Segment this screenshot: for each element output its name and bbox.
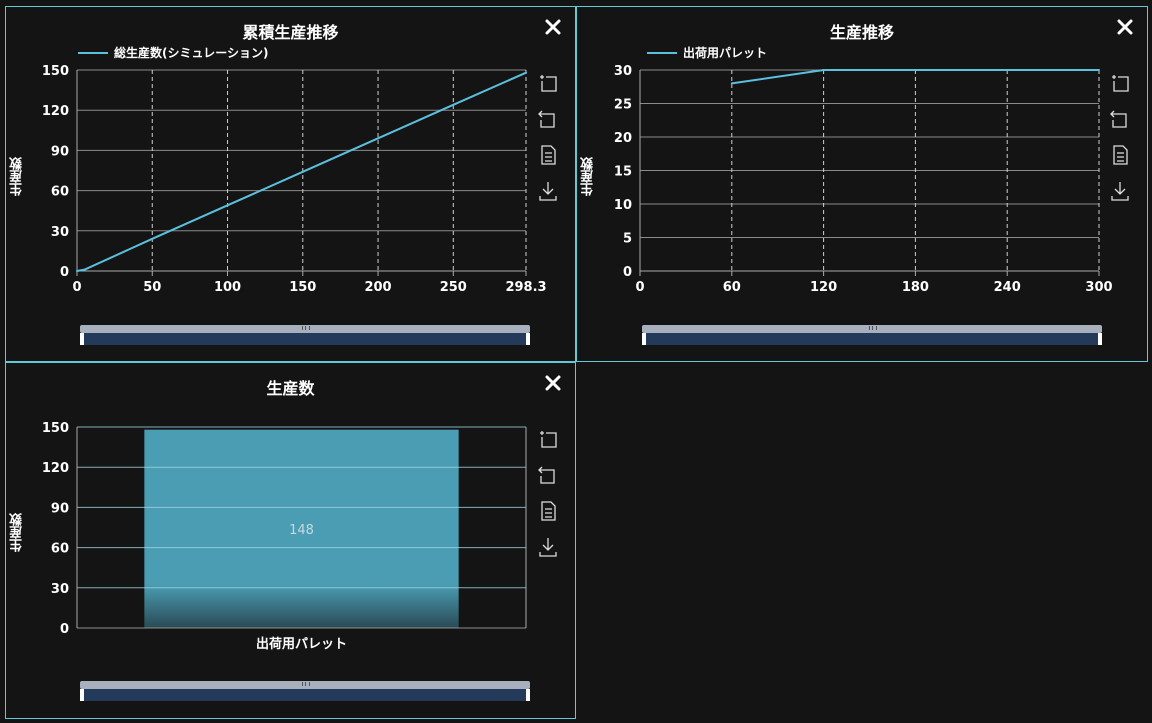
- data-point: [822, 69, 825, 71]
- zoom-reset-icon[interactable]: [536, 107, 560, 131]
- data-zoom-slider[interactable]: [642, 325, 1102, 347]
- zoom-handle-right[interactable]: [526, 333, 530, 345]
- x-tick-label: 240: [994, 280, 1021, 295]
- zoom-reset-icon[interactable]: [536, 463, 560, 487]
- y-tick-label: 150: [42, 421, 69, 436]
- x-category-label: 出荷用パレット: [256, 636, 347, 652]
- data-point: [301, 170, 304, 173]
- x-tick-label: 250: [440, 280, 467, 295]
- download-icon[interactable]: [1108, 179, 1132, 203]
- x-tick-label: 120: [810, 280, 837, 295]
- zoom-range-fill: [80, 333, 530, 345]
- zoom-in-icon[interactable]: [536, 427, 560, 451]
- x-tick-label: 150: [289, 280, 316, 295]
- data-view-icon[interactable]: [536, 143, 560, 167]
- y-tick-label: 10: [614, 198, 632, 213]
- data-point: [151, 237, 154, 240]
- data-point: [76, 270, 78, 272]
- data-point: [730, 82, 733, 85]
- y-tick-label: 0: [60, 622, 69, 637]
- zoom-range-fill: [642, 333, 1102, 345]
- grip-icon[interactable]: [302, 326, 310, 330]
- zoom-handle-left[interactable]: [80, 689, 84, 701]
- data-point: [1098, 69, 1100, 71]
- x-tick-label: 60: [723, 280, 741, 295]
- series-line: [76, 71, 527, 272]
- x-tick-label: 0: [635, 280, 644, 295]
- y-tick-label: 90: [51, 144, 69, 159]
- y-tick-label: 60: [51, 185, 69, 200]
- zoom-range-fill: [80, 689, 530, 701]
- zoom-in-icon[interactable]: [1108, 71, 1132, 95]
- data-point: [525, 71, 527, 74]
- y-tick-label: 30: [51, 225, 69, 240]
- zoom-handle-right[interactable]: [526, 689, 530, 701]
- production-trend-panel: 生産推移 出荷用パレット 生産数 0 5 10 15 20 25 30 0 60 120 180 24…: [576, 6, 1148, 362]
- data-zoom-slider[interactable]: [80, 681, 530, 703]
- bar-chart: 148 出荷用パレット 0 30 60 90 120 150: [42, 421, 527, 652]
- y-tick-label: 30: [51, 582, 69, 597]
- x-tick-label: 180: [902, 280, 929, 295]
- y-tick-label: 120: [42, 104, 69, 119]
- y-tick-label: 30: [614, 64, 632, 79]
- y-tick-label: 0: [60, 265, 69, 280]
- data-point: [226, 204, 229, 207]
- x-tick-label: 0: [72, 280, 81, 295]
- cumulative-production-panel: 累積生産推移 総生産数(シミュレーション) 生産数 0 30 60 90 120 150 0…: [5, 6, 576, 362]
- y-tick-label: 20: [614, 131, 632, 146]
- y-tick-label: 15: [614, 165, 632, 180]
- data-point: [377, 137, 380, 140]
- data-point: [914, 69, 917, 71]
- data-point: [83, 268, 86, 271]
- data-point: [1006, 69, 1009, 71]
- zoom-handle-left[interactable]: [80, 333, 84, 345]
- line-chart: 0 30 60 90 120 150 0 50 100 150 200 250 298.3: [42, 64, 547, 295]
- y-tick-label: 60: [51, 542, 69, 557]
- bar-data-label: 148: [289, 523, 314, 538]
- zoom-track[interactable]: [80, 325, 530, 333]
- x-tick-label: 298.3: [505, 280, 546, 295]
- y-tick-label: 5: [623, 232, 632, 247]
- download-icon[interactable]: [536, 179, 560, 203]
- zoom-handle-right[interactable]: [1098, 333, 1102, 345]
- y-tick-label: 150: [42, 64, 69, 79]
- data-zoom-slider[interactable]: [80, 325, 530, 347]
- x-tick-label: 200: [364, 280, 391, 295]
- grip-icon[interactable]: [869, 326, 877, 330]
- x-tick-label: 50: [143, 280, 161, 295]
- line-chart: 0510152025300 60 120 180 240 300: [614, 64, 1113, 295]
- data-point: [452, 103, 455, 106]
- y-tick-label: 90: [51, 501, 69, 516]
- y-tick-label: 120: [42, 461, 69, 476]
- grip-icon[interactable]: [302, 682, 310, 686]
- zoom-track[interactable]: [642, 325, 1102, 333]
- zoom-reset-icon[interactable]: [1108, 107, 1132, 131]
- data-view-icon[interactable]: [536, 499, 560, 523]
- zoom-track[interactable]: [80, 681, 530, 689]
- production-count-panel: 生産数 生産数 148 出荷用パレット 0 30 60 90 120 150: [5, 362, 576, 719]
- y-tick-label: 0: [623, 265, 632, 280]
- x-tick-label: 300: [1085, 280, 1112, 295]
- x-tick-label: 100: [214, 280, 241, 295]
- zoom-handle-left[interactable]: [642, 333, 646, 345]
- data-view-icon[interactable]: [1108, 143, 1132, 167]
- y-tick-label: 25: [614, 98, 632, 113]
- zoom-in-icon[interactable]: [536, 71, 560, 95]
- download-icon[interactable]: [536, 535, 560, 559]
